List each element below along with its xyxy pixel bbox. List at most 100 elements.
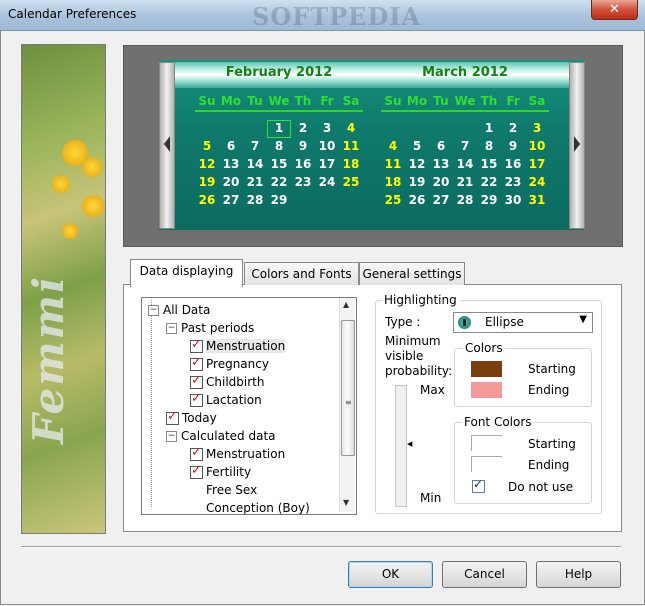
day-cell[interactable]: 2 [291,120,315,138]
day-cell[interactable]: 25 [381,192,405,210]
day-cell[interactable]: 19 [405,174,429,192]
day-cell[interactable]: 15 [477,156,501,174]
day-cell[interactable]: 13 [429,156,453,174]
day-cell[interactable]: 4 [339,120,363,138]
title-bar[interactable]: Calendar Preferences SOFTPEDIA ✕ [0,0,645,31]
day-cell[interactable]: 14 [453,156,477,174]
day-cell[interactable]: 5 [405,138,429,156]
day-cell[interactable]: 27 [219,192,243,210]
do-not-use-checkbox[interactable] [472,477,485,493]
day-cell[interactable]: 17 [315,156,339,174]
day-cell[interactable]: 23 [291,174,315,192]
tab-general-settings[interactable]: General settings [359,262,465,285]
day-cell[interactable]: 17 [525,156,549,174]
day-cell[interactable]: 16 [291,156,315,174]
tree-checkbox[interactable] [190,336,203,354]
day-cell[interactable]: 28 [453,192,477,210]
day-cell[interactable]: 15 [267,156,291,174]
collapse-icon[interactable]: − [148,305,159,316]
day-cell[interactable]: 21 [243,174,267,192]
tree-item[interactable]: − Calculated data [166,427,276,445]
tree-item[interactable]: Menstruation [190,336,286,355]
data-tree[interactable]: −All Data−Past periodsMenstruationPregna… [141,297,357,515]
tree-item[interactable]: − Past periods [166,319,254,337]
day-cell[interactable]: 11 [381,156,405,174]
tree-item[interactable]: Menstruation [190,444,285,463]
day-cell[interactable]: 6 [219,138,243,156]
tree-item[interactable]: Childbirth [190,372,264,391]
day-cell[interactable]: 2 [501,120,525,138]
day-cell[interactable]: 6 [429,138,453,156]
tree-checkbox[interactable] [190,372,203,390]
day-cell[interactable]: 24 [525,174,549,192]
day-cell[interactable]: 26 [405,192,429,210]
tree-item[interactable]: Conception (Boy) [206,499,310,514]
ok-button[interactable]: OK [348,561,433,588]
day-cell[interactable]: 23 [501,174,525,192]
day-cell[interactable]: 7 [243,138,267,156]
day-cell[interactable]: 1 [477,120,501,138]
help-button[interactable]: Help [536,561,621,588]
collapse-icon[interactable]: − [166,323,177,334]
day-cell[interactable]: 10 [315,138,339,156]
tree-item[interactable]: Lactation [190,390,262,409]
day-cell[interactable]: 5 [195,138,219,156]
day-cell[interactable]: 31 [525,192,549,210]
tab-data-displaying[interactable]: Data displaying [130,259,243,287]
day-cell[interactable]: 29 [477,192,501,210]
day-cell[interactable]: 30 [501,192,525,210]
prev-month-arrow-icon[interactable] [164,136,170,152]
day-cell[interactable]: 14 [243,156,267,174]
scroll-up-icon[interactable]: ▲ [343,300,349,309]
day-cell[interactable]: 10 [525,138,549,156]
day-cell[interactable]: 11 [339,138,363,156]
day-cell[interactable]: 1 [267,120,291,138]
day-cell[interactable]: 29 [267,192,291,210]
day-cell[interactable]: 9 [291,138,315,156]
day-cell[interactable]: 12 [195,156,219,174]
font-ending-color-swatch[interactable] [471,456,502,472]
tab-colors-and-fonts[interactable]: Colors and Fonts [244,262,359,285]
tree-checkbox[interactable] [166,408,179,426]
day-cell[interactable]: 8 [267,138,291,156]
day-cell[interactable]: 25 [339,174,363,192]
collapse-icon[interactable]: − [166,431,177,442]
day-cell[interactable]: 3 [315,120,339,138]
scroll-thumb[interactable]: ≡ [341,320,355,456]
close-button[interactable]: ✕ [591,0,638,20]
tree-checkbox[interactable] [190,390,203,408]
day-cell[interactable]: 24 [315,174,339,192]
starting-color-swatch[interactable] [471,361,502,377]
day-cell[interactable]: 21 [453,174,477,192]
tree-item[interactable]: Fertility [190,462,251,481]
day-cell[interactable]: 22 [477,174,501,192]
day-cell[interactable]: 7 [453,138,477,156]
tree-checkbox[interactable] [190,354,203,372]
next-month-arrow-icon[interactable] [574,136,580,152]
day-cell[interactable]: 8 [477,138,501,156]
tree-checkbox[interactable] [190,462,203,480]
day-cell[interactable]: 28 [243,192,267,210]
day-cell[interactable]: 27 [429,192,453,210]
slider-thumb-icon[interactable]: ◀ [407,440,412,448]
type-dropdown[interactable]: Ellipse ▼ [453,312,593,333]
day-cell[interactable]: 18 [339,156,363,174]
scroll-down-icon[interactable]: ▼ [343,498,349,507]
day-cell[interactable]: 4 [381,138,405,156]
day-cell[interactable]: 22 [267,174,291,192]
tree-item[interactable]: Today [166,408,217,427]
day-cell[interactable]: 18 [381,174,405,192]
day-cell[interactable]: 20 [429,174,453,192]
day-cell[interactable]: 19 [195,174,219,192]
day-cell[interactable]: 3 [525,120,549,138]
day-cell[interactable]: 13 [219,156,243,174]
tree-item[interactable]: Free Sex [206,481,257,499]
probability-slider[interactable] [395,385,407,507]
day-cell[interactable]: 20 [219,174,243,192]
ending-color-swatch[interactable] [471,382,502,398]
font-starting-color-swatch[interactable] [471,435,502,451]
tree-item[interactable]: Pregnancy [190,354,269,373]
day-cell[interactable]: 9 [501,138,525,156]
cancel-button[interactable]: Cancel [442,561,527,588]
day-cell[interactable]: 16 [501,156,525,174]
